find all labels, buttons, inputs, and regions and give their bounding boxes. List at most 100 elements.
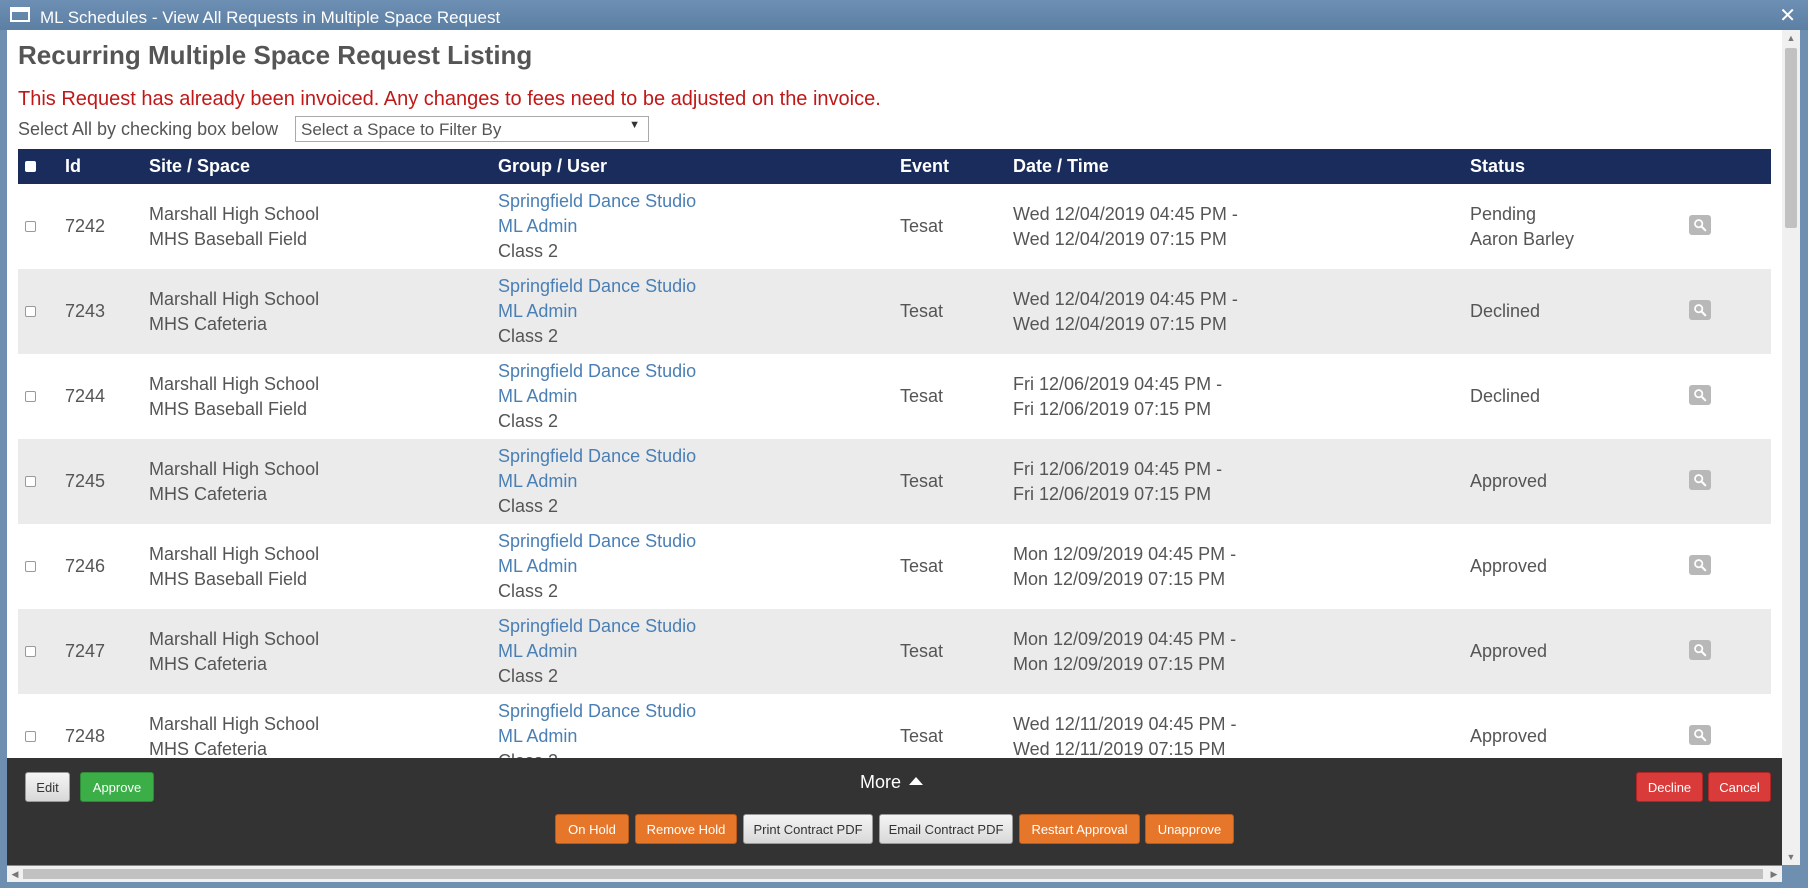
- group-link[interactable]: Springfield Dance Studio: [498, 189, 900, 214]
- site-name: Marshall High School: [149, 543, 320, 564]
- date-time-cell: Fri 12/06/2019 04:45 PM - Fri 12/06/2019 …: [1013, 439, 1470, 524]
- title-bar[interactable]: ML Schedules - View All Requests in Mult…: [0, 0, 1808, 30]
- event-name: Tesat: [900, 216, 944, 236]
- table-row: 7245 Marshall High School MHS Cafeteria Spr…: [18, 439, 1771, 524]
- event-name: Tesat: [900, 439, 1013, 524]
- space-name: MHS Baseball Field: [149, 398, 308, 419]
- email-contract-button[interactable]: Email Contract PDF: [879, 814, 1013, 844]
- group-link[interactable]: Springfield Dance Studio: [498, 529, 900, 554]
- select-all-checkbox[interactable]: [25, 161, 36, 172]
- magnifier-icon[interactable]: [1689, 470, 1711, 490]
- class-name: Class 2: [498, 241, 559, 261]
- scroll-down-icon[interactable]: ▼: [1782, 849, 1800, 865]
- dropdown-caret-icon: ▼: [629, 119, 640, 131]
- request-id: 7248: [65, 726, 106, 746]
- magnifier-icon[interactable]: [1689, 215, 1711, 235]
- remove-hold-button[interactable]: Remove Hold: [635, 814, 737, 844]
- group-link[interactable]: Springfield Dance Studio: [498, 359, 900, 384]
- user-link[interactable]: ML Admin: [498, 724, 900, 749]
- space-filter-select[interactable]: Select a Space to Filter By ▼: [295, 116, 649, 142]
- group-link[interactable]: Springfield Dance Studio: [498, 699, 900, 724]
- user-link[interactable]: ML Admin: [498, 299, 900, 324]
- start-time: Mon 12/09/2019 04:45 PM -: [1013, 628, 1237, 649]
- user-link[interactable]: ML Admin: [498, 214, 900, 239]
- site-name: Marshall High School: [149, 713, 320, 734]
- status-cell: Declined: [1470, 269, 1689, 354]
- row-checkbox[interactable]: [25, 731, 36, 742]
- group-user-cell: Springfield Dance StudioML AdminClass 2: [498, 184, 900, 269]
- scroll-up-icon[interactable]: ▲: [1782, 30, 1800, 46]
- group-link[interactable]: Springfield Dance Studio: [498, 614, 900, 639]
- start-time: Mon 12/09/2019 04:45 PM -: [1013, 543, 1237, 564]
- window-icon: [10, 7, 30, 22]
- site-space-cell: Marshall High School MHS Cafeteria: [149, 269, 498, 354]
- row-checkbox[interactable]: [25, 646, 36, 657]
- end-time: Mon 12/09/2019 07:15 PM: [1013, 568, 1226, 589]
- status-text: Approved: [1470, 471, 1548, 491]
- event-name: Tesat: [900, 386, 944, 406]
- space-name: MHS Cafeteria: [149, 738, 268, 759]
- end-time: Wed 12/04/2019 07:15 PM: [1013, 313, 1227, 334]
- space-name: MHS Baseball Field: [149, 568, 308, 589]
- header-id: Id: [65, 149, 149, 184]
- start-time: Fri 12/06/2019 04:45 PM -: [1013, 373, 1223, 394]
- edit-button[interactable]: Edit: [25, 772, 70, 802]
- group-user-cell: Springfield Dance StudioML AdminClass 2: [498, 269, 900, 354]
- table-row: 7242 Marshall High School MHS Baseball Fie…: [18, 184, 1771, 269]
- decline-button[interactable]: Decline: [1636, 772, 1703, 802]
- horizontal-scrollbar[interactable]: ◀ ▶: [7, 866, 1782, 882]
- request-id: 7246: [65, 556, 106, 576]
- date-time-cell: Mon 12/09/2019 04:45 PM - Mon 12/09/2019 …: [1013, 609, 1470, 694]
- magnifier-icon[interactable]: [1689, 640, 1711, 660]
- start-time: Wed 12/04/2019 04:45 PM -: [1013, 288, 1238, 309]
- status-by: Aaron Barley: [1470, 228, 1575, 249]
- magnifier-icon[interactable]: [1689, 725, 1711, 745]
- status-cell: Approved: [1470, 524, 1689, 609]
- class-name: Class 2: [498, 581, 559, 601]
- cancel-button[interactable]: Cancel: [1708, 772, 1771, 802]
- print-contract-button[interactable]: Print Contract PDF: [743, 814, 873, 844]
- user-link[interactable]: ML Admin: [498, 554, 900, 579]
- group-link[interactable]: Springfield Dance Studio: [498, 444, 900, 469]
- scroll-left-icon[interactable]: ◀: [7, 866, 23, 882]
- class-name: Class 2: [498, 666, 559, 686]
- user-link[interactable]: ML Admin: [498, 639, 900, 664]
- class-name: Class 2: [498, 749, 900, 758]
- caret-up-icon: [909, 777, 924, 785]
- vertical-scrollbar[interactable]: ▲ ▼: [1782, 30, 1800, 865]
- end-time: Fri 12/06/2019 07:15 PM: [1013, 483, 1212, 504]
- more-toggle[interactable]: More: [860, 772, 924, 793]
- close-icon[interactable]: ✕: [1779, 3, 1796, 28]
- on-hold-button[interactable]: On Hold: [555, 814, 629, 844]
- start-time: Wed 12/04/2019 04:45 PM -: [1013, 203, 1238, 224]
- header-status: Status: [1470, 149, 1689, 184]
- row-checkbox[interactable]: [25, 561, 36, 572]
- approve-button[interactable]: Approve: [80, 772, 154, 802]
- site-name: Marshall High School: [149, 458, 320, 479]
- magnifier-icon[interactable]: [1689, 555, 1711, 575]
- scroll-right-icon[interactable]: ▶: [1766, 866, 1782, 882]
- invoice-warning: This Request has already been invoiced. …: [18, 88, 881, 110]
- table-header-row: Id Site / Space Group / User Event Date …: [18, 149, 1771, 184]
- user-link[interactable]: ML Admin: [498, 469, 900, 494]
- magnifier-icon[interactable]: [1689, 300, 1711, 320]
- group-link[interactable]: Springfield Dance Studio: [498, 274, 900, 299]
- restart-approval-button[interactable]: Restart Approval: [1019, 814, 1140, 844]
- user-link[interactable]: ML Admin: [498, 384, 900, 409]
- row-checkbox[interactable]: [25, 476, 36, 487]
- status-text: Declined: [1470, 386, 1541, 406]
- row-checkbox[interactable]: [25, 221, 36, 232]
- status-cell: Pending Aaron Barley: [1470, 184, 1689, 269]
- request-id: 7247: [65, 609, 149, 694]
- site-space-cell: Marshall High School MHS Baseball Field: [149, 354, 498, 439]
- end-time: Mon 12/09/2019 07:15 PM: [1013, 653, 1226, 674]
- header-group-user: Group / User: [498, 149, 900, 184]
- unapprove-button[interactable]: Unapprove: [1145, 814, 1234, 844]
- vertical-scroll-thumb[interactable]: [1785, 48, 1797, 228]
- magnifier-icon[interactable]: [1689, 385, 1711, 405]
- horizontal-scroll-thumb[interactable]: [23, 869, 1763, 879]
- status-cell: Approved: [1470, 694, 1689, 758]
- row-checkbox[interactable]: [25, 391, 36, 402]
- row-checkbox[interactable]: [25, 306, 36, 317]
- select-all-label: Select All by checking box below: [18, 119, 279, 139]
